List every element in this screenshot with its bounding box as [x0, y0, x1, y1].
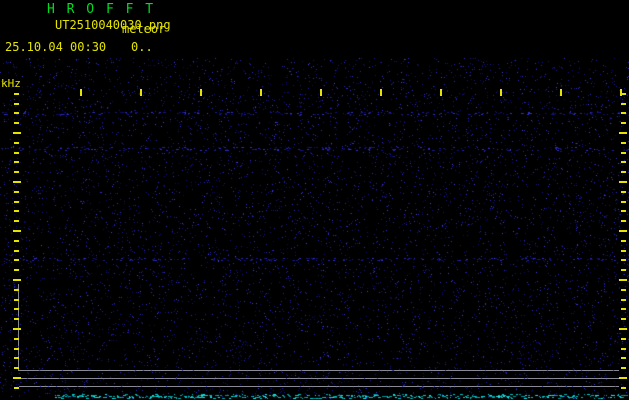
freq-minor-tick-right	[621, 220, 626, 222]
freq-minor-tick-left	[14, 348, 19, 350]
echo-count-indicator: 0..	[131, 41, 153, 53]
time-tick-mark	[80, 89, 82, 96]
freq-minor-tick-left	[14, 250, 19, 252]
freq-minor-tick-left	[14, 171, 19, 173]
freq-minor-tick-right	[621, 152, 626, 154]
freq-minor-tick-left	[14, 357, 19, 359]
time-tick-mark	[380, 89, 382, 96]
freq-minor-tick-left	[14, 161, 19, 163]
freq-minor-tick-right	[621, 201, 626, 203]
freq-minor-tick-left	[14, 299, 19, 301]
time-tick-mark	[560, 89, 562, 96]
freq-minor-tick-left	[14, 387, 19, 389]
freq-minor-tick-right	[621, 103, 626, 105]
freq-minor-tick-right	[621, 289, 626, 291]
freq-minor-tick-right	[621, 250, 626, 252]
freq-major-tick-right	[619, 328, 627, 330]
freq-minor-tick-right	[621, 269, 626, 271]
time-tick-mark	[500, 89, 502, 96]
freq-minor-tick-left	[14, 142, 19, 144]
freq-minor-tick-right	[621, 240, 626, 242]
freq-minor-tick-left	[14, 210, 19, 212]
freq-minor-tick-right	[621, 122, 626, 124]
spectrogram-noise-canvas	[0, 0, 629, 400]
app-title: H R O F F T	[47, 3, 155, 16]
freq-minor-tick-right	[621, 93, 626, 95]
freq-minor-tick-right	[621, 210, 626, 212]
freq-minor-tick-left	[14, 152, 19, 154]
freq-minor-tick-right	[621, 308, 626, 310]
freq-minor-tick-left	[14, 367, 19, 369]
freq-major-tick-left	[13, 132, 21, 134]
freq-major-tick-left	[13, 279, 21, 281]
freq-minor-tick-right	[621, 387, 626, 389]
freq-minor-tick-left	[14, 318, 19, 320]
datetime-label: 25.10.04 00:30	[5, 41, 106, 53]
freq-minor-tick-right	[621, 142, 626, 144]
freq-minor-tick-left	[14, 289, 19, 291]
freq-minor-tick-left	[14, 338, 19, 340]
freq-major-tick-right	[619, 132, 627, 134]
freq-minor-tick-left	[14, 201, 19, 203]
freq-minor-tick-right	[621, 171, 626, 173]
freq-minor-tick-left	[14, 269, 19, 271]
freq-major-tick-right	[619, 230, 627, 232]
hrofft-screen: H R O F F T UT2510040030.png meteor 25.1…	[0, 0, 629, 400]
time-tick-mark	[440, 89, 442, 96]
freq-minor-tick-right	[621, 367, 626, 369]
time-tick-mark	[320, 89, 322, 96]
freq-minor-tick-right	[621, 318, 626, 320]
freq-minor-tick-right	[621, 112, 626, 114]
freq-major-tick-right	[619, 181, 627, 183]
freq-major-tick-left	[13, 181, 21, 183]
freq-minor-tick-left	[14, 240, 19, 242]
station-label: meteor	[122, 23, 165, 35]
freq-minor-tick-left	[14, 308, 19, 310]
freq-axis-unit-label: kHz	[1, 78, 21, 89]
freq-minor-tick-left	[14, 191, 19, 193]
freq-major-tick-right	[619, 279, 627, 281]
freq-minor-tick-left	[14, 122, 19, 124]
time-tick-mark	[200, 89, 202, 96]
freq-minor-tick-left	[14, 220, 19, 222]
freq-minor-tick-right	[621, 161, 626, 163]
freq-minor-tick-right	[621, 357, 626, 359]
time-tick-mark	[260, 89, 262, 96]
freq-minor-tick-left	[14, 259, 19, 261]
freq-minor-tick-left	[14, 112, 19, 114]
freq-major-tick-left	[13, 377, 21, 379]
freq-minor-tick-left	[14, 93, 19, 95]
freq-minor-tick-right	[621, 259, 626, 261]
time-tick-mark	[140, 89, 142, 96]
freq-major-tick-left	[13, 230, 21, 232]
freq-minor-tick-right	[621, 348, 626, 350]
freq-major-tick-left	[13, 328, 21, 330]
freq-major-tick-right	[619, 377, 627, 379]
freq-minor-tick-right	[621, 191, 626, 193]
freq-minor-tick-left	[14, 103, 19, 105]
freq-minor-tick-right	[621, 299, 626, 301]
freq-minor-tick-right	[621, 338, 626, 340]
